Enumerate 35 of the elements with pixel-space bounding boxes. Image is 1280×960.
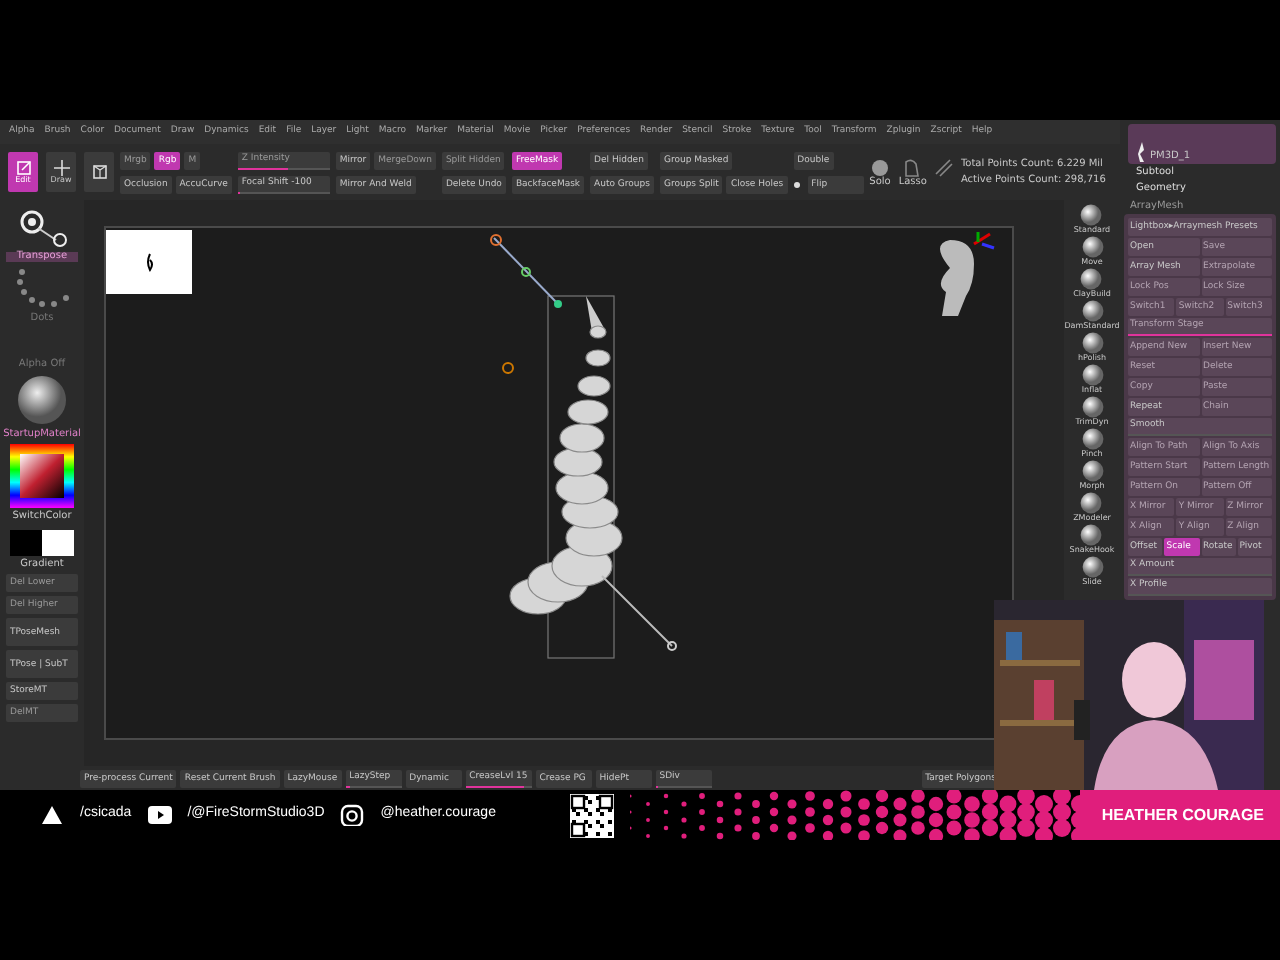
figure-icon <box>1134 142 1150 162</box>
brush-icon[interactable] <box>1080 524 1103 546</box>
brush-icon[interactable] <box>1081 556 1103 578</box>
color-picker[interactable] <box>10 444 74 508</box>
gizmo-mode-button[interactable] <box>84 152 114 192</box>
pivot-marker[interactable] <box>502 362 514 374</box>
brush-icon[interactable] <box>1081 396 1103 418</box>
material-sphere-icon[interactable] <box>12 374 72 426</box>
brush-stroke-icon <box>143 252 155 272</box>
brush-icon[interactable] <box>1080 492 1103 514</box>
horn-model[interactable] <box>509 296 623 615</box>
lasso-icon[interactable] <box>902 157 923 177</box>
streamer-name: HEATHER COURAGE <box>1101 803 1264 827</box>
transpose-line[interactable] <box>601 575 677 651</box>
play-icon[interactable] <box>147 804 172 826</box>
brush-icon[interactable] <box>1080 268 1103 290</box>
cube-icon <box>91 164 107 180</box>
solo-icon[interactable] <box>869 157 890 177</box>
triangle-logo-icon[interactable] <box>40 804 64 826</box>
head-navigation-icon[interactable] <box>940 232 995 316</box>
dots-stroke-icon[interactable] <box>12 266 72 310</box>
brush-icon[interactable] <box>1080 204 1103 226</box>
brush-icon[interactable] <box>1081 300 1103 322</box>
brush-icon[interactable] <box>1081 236 1103 258</box>
brush-icon[interactable] <box>1081 428 1103 450</box>
brush-icon[interactable] <box>1081 332 1103 354</box>
brush-icon[interactable] <box>1081 364 1103 386</box>
brush-icon[interactable] <box>1081 460 1103 482</box>
check-dot[interactable] <box>793 181 800 187</box>
color-swatches[interactable] <box>10 530 74 556</box>
crosshair-icon <box>53 160 69 176</box>
camera-icon[interactable] <box>340 804 365 826</box>
stroke-icon[interactable] <box>934 157 955 177</box>
pencil-icon <box>15 160 31 176</box>
transpose-line[interactable] <box>490 234 562 308</box>
